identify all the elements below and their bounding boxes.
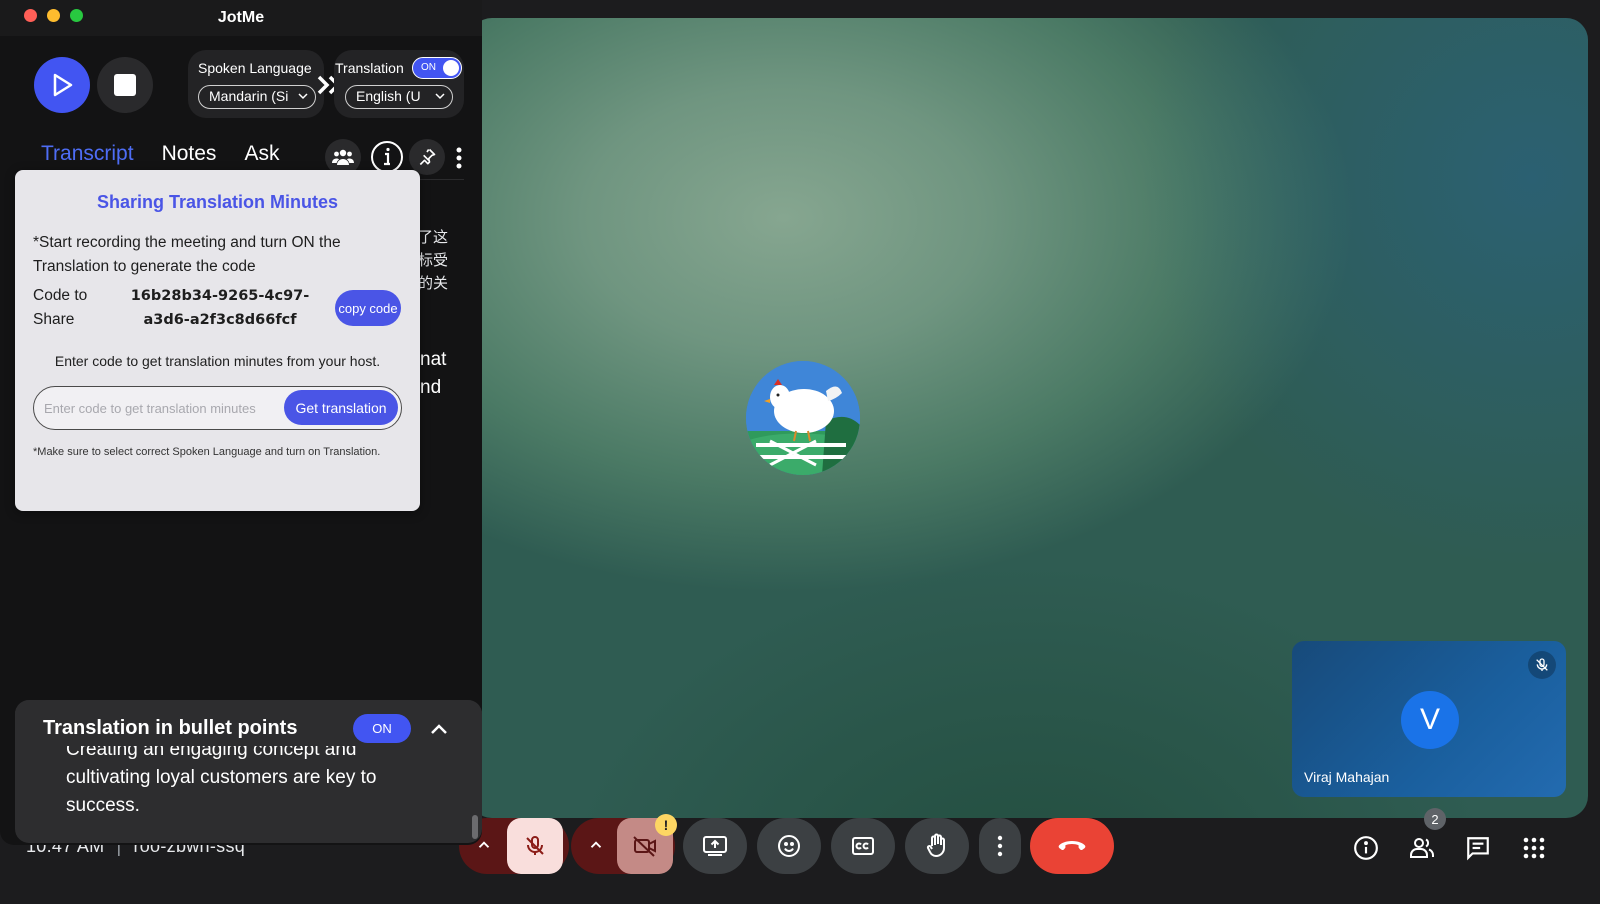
- spoken-language-value: Mandarin (Si: [209, 88, 289, 104]
- code-label: Code to Share: [33, 287, 88, 328]
- translation-toggle[interactable]: ON: [412, 57, 462, 79]
- spoken-language-label: Spoken Language: [198, 60, 312, 76]
- more-options-button[interactable]: [979, 818, 1021, 874]
- spoken-language-select[interactable]: Mandarin (Si: [198, 85, 316, 109]
- pin-icon: [419, 148, 436, 166]
- transcript-en-line-1: nat: [420, 349, 447, 370]
- mic-muted-icon: [1528, 651, 1556, 679]
- info-icon: [371, 141, 403, 173]
- camera-group: !: [571, 814, 677, 874]
- bullet-toggle[interactable]: ON: [353, 714, 411, 743]
- present-screen-icon: [703, 836, 727, 856]
- code-input[interactable]: [44, 397, 282, 419]
- share-code: 16b28b34-9265-4c97-a3d6-a2f3c8d66fcf: [130, 288, 310, 328]
- stop-button[interactable]: [97, 57, 153, 113]
- apps-grid-icon: [1523, 837, 1545, 859]
- info-icon: [1354, 836, 1378, 860]
- captions-button[interactable]: [831, 818, 895, 874]
- popup-title: Sharing Translation Minutes: [96, 192, 339, 212]
- sharing-minutes-popup: Sharing Translation Minutes *Start recor…: [15, 170, 420, 511]
- transcript-zh-line-1: 了这: [418, 229, 449, 246]
- translation-label: Translation: [335, 60, 404, 76]
- play-button[interactable]: [34, 57, 90, 113]
- more-vert-icon: [456, 147, 462, 169]
- popup-description: *Start recording the meeting and turn ON…: [33, 234, 341, 275]
- people-button[interactable]: [1400, 826, 1444, 870]
- collapse-button[interactable]: [427, 717, 451, 741]
- get-translation-button[interactable]: Get translation: [284, 390, 398, 425]
- warning-icon: !: [655, 814, 677, 836]
- popup-footnote: *Make sure to select correct Spoken Lang…: [33, 446, 381, 458]
- chat-icon: [1467, 837, 1489, 861]
- mic-off-icon: [526, 836, 544, 855]
- meeting-details-button[interactable]: [1344, 826, 1388, 870]
- camera-options-chevron-icon[interactable]: [587, 836, 605, 859]
- bullet-points-panel: Creating an engaging concept and cultiva…: [15, 700, 482, 843]
- raise-hand-button[interactable]: [905, 818, 969, 874]
- chevron-down-icon: [435, 93, 445, 100]
- jotme-titlebar: JotMe: [0, 0, 482, 36]
- activities-button[interactable]: [1512, 826, 1556, 870]
- chat-button[interactable]: [1456, 826, 1500, 870]
- chevron-up-icon: [431, 724, 447, 734]
- chevron-down-icon: [298, 93, 308, 100]
- stop-icon: [114, 74, 136, 96]
- transcript-zh-line-2: 标受: [418, 252, 449, 269]
- mic-toggle-button[interactable]: [507, 818, 563, 874]
- panel-more-button[interactable]: [455, 146, 463, 175]
- participant-avatar-hen: [746, 361, 860, 475]
- raise-hand-icon: [926, 833, 945, 858]
- emoji-button[interactable]: [757, 818, 821, 874]
- screen: V Viraj Mahajan 10:47 AM | roo-zbwn-ssq !: [0, 0, 1600, 904]
- toggle-knob: [443, 60, 459, 76]
- tab-bar: Transcript Notes Ask: [41, 142, 279, 166]
- play-icon: [53, 73, 73, 97]
- group-icon: [332, 149, 354, 165]
- transcript-zh-line-3: 的关: [418, 275, 449, 292]
- transcript-en-line-2: nd: [420, 377, 442, 398]
- translation-language-select[interactable]: English (U: [345, 85, 453, 109]
- self-avatar: V: [1401, 691, 1459, 749]
- captions-icon: [852, 837, 874, 855]
- code-input-group: Get translation: [33, 386, 402, 430]
- hang-up-icon: [1058, 841, 1086, 851]
- meeting-stage: V Viraj Mahajan: [470, 18, 1588, 818]
- spoken-language-box: Spoken Language Mandarin (Si: [188, 50, 324, 118]
- emoji-icon: [778, 835, 800, 857]
- tab-transcript[interactable]: Transcript: [41, 142, 134, 166]
- app-title: JotMe: [217, 9, 265, 26]
- self-video-tile[interactable]: V Viraj Mahajan: [1292, 641, 1566, 797]
- more-vert-icon: [997, 835, 1003, 857]
- people-icon: [1410, 838, 1434, 858]
- scrollbar[interactable]: [472, 815, 478, 839]
- end-call-button[interactable]: [1030, 818, 1114, 874]
- present-button[interactable]: [683, 818, 747, 874]
- self-name-label: Viraj Mahajan: [1304, 769, 1390, 785]
- camera-off-icon: [633, 836, 656, 857]
- tab-ask[interactable]: Ask: [244, 142, 279, 166]
- enter-code-instruction: Enter code to get translation minutes fr…: [54, 353, 381, 369]
- bullet-text: Creating an engaging concept and cultiva…: [66, 739, 377, 816]
- bullet-title: Translation in bullet points: [43, 717, 298, 739]
- translation-toggle-label: ON: [421, 62, 436, 73]
- translation-language-value: English (U: [356, 88, 421, 104]
- tab-notes[interactable]: Notes: [162, 142, 217, 166]
- copy-code-button[interactable]: copy code: [335, 290, 401, 326]
